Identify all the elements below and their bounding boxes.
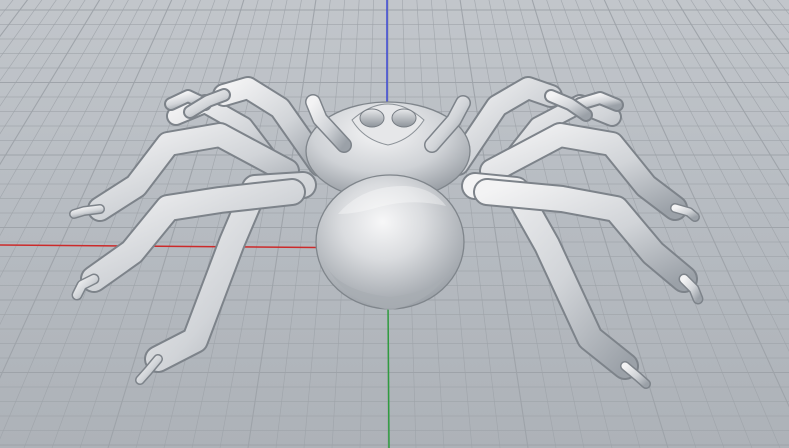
grid-line-vertical — [733, 0, 789, 76]
viewport-scene[interactable] — [0, 0, 789, 448]
grid-line-vertical — [0, 0, 43, 59]
grid-line-vertical — [0, 0, 14, 18]
grid-line-vertical — [0, 0, 173, 379]
grid-line-vertical — [0, 0, 86, 135]
y-axis-line — [387, 299, 390, 448]
fang-left — [359, 108, 385, 128]
grid-line-vertical — [0, 0, 187, 440]
grid-line-vertical — [675, 0, 789, 187]
grid-line-vertical — [719, 0, 789, 100]
3d-viewport[interactable] — [0, 0, 789, 448]
grid-line-vertical — [0, 0, 72, 107]
spider-model[interactable] — [69, 76, 704, 389]
fang-right — [391, 108, 417, 128]
grid-line-vertical — [0, 0, 29, 38]
grid-line-vertical — [704, 0, 789, 127]
grid-line-vertical — [762, 0, 789, 34]
grid-line-vertical — [603, 0, 789, 408]
grid-line-vertical — [747, 0, 789, 55]
grid-line-vertical — [247, 0, 317, 448]
grid-line-vertical — [0, 0, 57, 82]
grid-line-vertical — [0, 0, 101, 166]
